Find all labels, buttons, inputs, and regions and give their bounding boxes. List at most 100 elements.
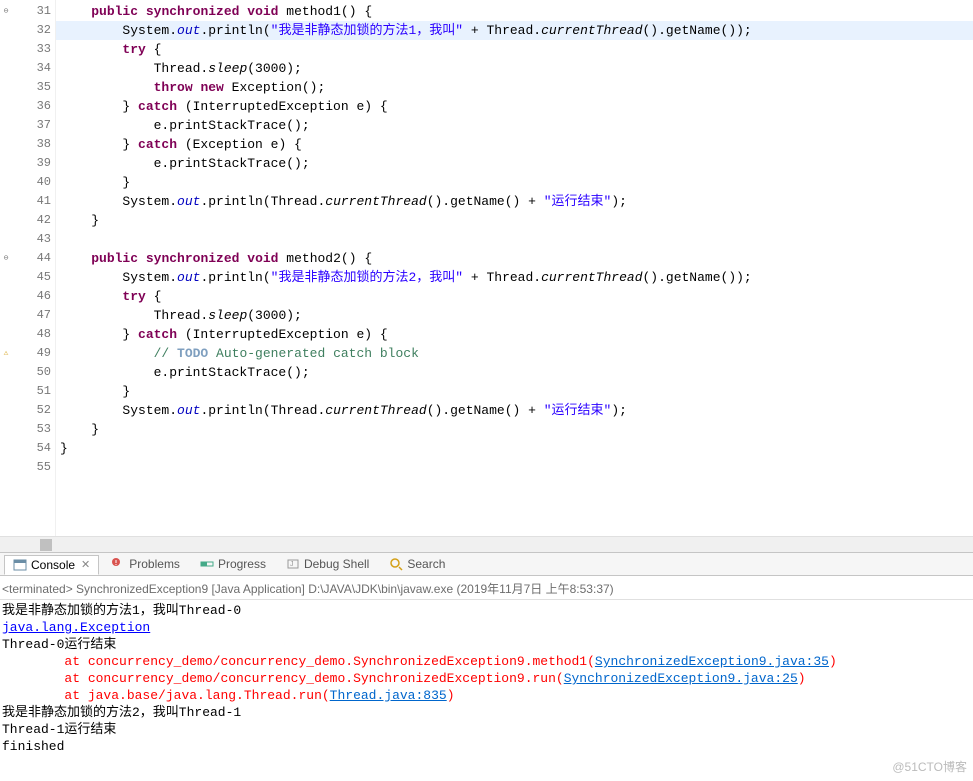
- marker-empty: [0, 59, 12, 78]
- marker-empty: [0, 287, 12, 306]
- code-line[interactable]: public synchronized void method2() {: [56, 249, 973, 268]
- tab-debugshell-label: Debug Shell: [304, 557, 369, 571]
- marker-empty: [0, 40, 12, 59]
- code-line[interactable]: e.printStackTrace();: [56, 154, 973, 173]
- code-line[interactable]: } catch (InterruptedException e) {: [56, 97, 973, 116]
- console-icon: [13, 558, 27, 572]
- code-line[interactable]: } catch (InterruptedException e) {: [56, 325, 973, 344]
- tab-problems[interactable]: Problems: [103, 555, 188, 573]
- line-number: 52: [12, 401, 51, 420]
- line-number: 45: [12, 268, 51, 287]
- marker-column: ⊖ ⊖ ⚠: [0, 0, 12, 536]
- code-line[interactable]: }: [56, 211, 973, 230]
- console-line: java.lang.Exception: [2, 619, 971, 636]
- code-line[interactable]: } catch (Exception e) {: [56, 135, 973, 154]
- console-output[interactable]: 我是非静态加锁的方法1，我叫Thread-0java.lang.Exceptio…: [0, 600, 973, 757]
- code-line[interactable]: e.printStackTrace();: [56, 363, 973, 382]
- code-line[interactable]: }: [56, 173, 973, 192]
- tab-console-label: Console: [31, 558, 75, 572]
- marker-empty: [0, 78, 12, 97]
- code-line[interactable]: System.out.println("我是非静态加锁的方法2，我叫" + Th…: [56, 268, 973, 287]
- scrollbar-thumb[interactable]: [40, 539, 52, 551]
- line-number: 49: [12, 344, 51, 363]
- stacktrace-link[interactable]: java.lang.Exception: [2, 620, 150, 635]
- code-line[interactable]: Thread.sleep(3000);: [56, 59, 973, 78]
- line-number: 35: [12, 78, 51, 97]
- line-number: 33: [12, 40, 51, 59]
- code-line[interactable]: }: [56, 439, 973, 458]
- marker-empty: [0, 382, 12, 401]
- code-area[interactable]: public synchronized void method1() { Sys…: [56, 0, 973, 536]
- tab-progress[interactable]: Progress: [192, 555, 274, 573]
- marker-empty: [0, 211, 12, 230]
- code-line[interactable]: System.out.println(Thread.currentThread(…: [56, 192, 973, 211]
- tab-search-label: Search: [407, 557, 445, 571]
- quickfix-icon[interactable]: ⚠: [0, 344, 12, 363]
- code-line[interactable]: public synchronized void method1() {: [56, 2, 973, 21]
- code-line[interactable]: throw new Exception();: [56, 78, 973, 97]
- code-line[interactable]: [56, 230, 973, 249]
- horizontal-scrollbar[interactable]: [0, 536, 973, 552]
- marker-empty: [0, 97, 12, 116]
- code-line[interactable]: Thread.sleep(3000);: [56, 306, 973, 325]
- tab-console[interactable]: Console ✕: [4, 555, 99, 575]
- marker-empty: [0, 173, 12, 192]
- line-number: 55: [12, 458, 51, 477]
- marker-empty: [0, 154, 12, 173]
- line-number: 46: [12, 287, 51, 306]
- line-number: 32: [12, 21, 51, 40]
- marker-empty: [0, 21, 12, 40]
- marker-empty: [0, 306, 12, 325]
- code-line[interactable]: [56, 458, 973, 477]
- code-line[interactable]: System.out.println(Thread.currentThread(…: [56, 401, 973, 420]
- line-number: 36: [12, 97, 51, 116]
- fold-toggle-icon[interactable]: ⊖: [0, 249, 12, 268]
- console-line: 我是非静态加锁的方法2，我叫Thread-1: [2, 704, 971, 721]
- line-number: 39: [12, 154, 51, 173]
- line-number: 42: [12, 211, 51, 230]
- line-number: 43: [12, 230, 51, 249]
- marker-empty: [0, 420, 12, 439]
- line-number: 41: [12, 192, 51, 211]
- code-line[interactable]: // TODO Auto-generated catch block: [56, 344, 973, 363]
- line-number: 50: [12, 363, 51, 382]
- line-number: 48: [12, 325, 51, 344]
- fold-toggle-icon[interactable]: ⊖: [0, 2, 12, 21]
- marker-empty: [0, 116, 12, 135]
- line-number: 40: [12, 173, 51, 192]
- line-number: 53: [12, 420, 51, 439]
- svg-text:J: J: [290, 561, 294, 568]
- search-icon: [389, 557, 403, 571]
- code-line[interactable]: }: [56, 382, 973, 401]
- code-line[interactable]: try {: [56, 40, 973, 59]
- line-number: 44: [12, 249, 51, 268]
- line-number: 34: [12, 59, 51, 78]
- stacktrace-link[interactable]: SynchronizedException9.java:35: [595, 654, 829, 669]
- close-icon[interactable]: ✕: [81, 558, 90, 571]
- marker-empty: [0, 192, 12, 211]
- bottom-tabs-bar: Console ✕ Problems Progress J Debug Shel…: [0, 552, 973, 576]
- code-line[interactable]: e.printStackTrace();: [56, 116, 973, 135]
- stacktrace-link[interactable]: Thread.java:835: [330, 688, 447, 703]
- marker-empty: [0, 325, 12, 344]
- console-line: Thread-1运行结束: [2, 721, 971, 738]
- code-line[interactable]: try {: [56, 287, 973, 306]
- stacktrace-link[interactable]: SynchronizedException9.java:25: [564, 671, 798, 686]
- marker-empty: [0, 439, 12, 458]
- console-line: at concurrency_demo/concurrency_demo.Syn…: [2, 653, 971, 670]
- console-header: <terminated> SynchronizedException9 [Jav…: [0, 576, 973, 600]
- tab-search[interactable]: Search: [381, 555, 453, 573]
- code-line[interactable]: System.out.println("我是非静态加锁的方法1，我叫" + Th…: [56, 21, 973, 40]
- line-number: 54: [12, 439, 51, 458]
- code-line[interactable]: }: [56, 420, 973, 439]
- marker-empty: [0, 363, 12, 382]
- line-number-gutter: 3132333435363738394041424344454647484950…: [12, 0, 56, 536]
- console-line: 我是非静态加锁的方法1，我叫Thread-0: [2, 602, 971, 619]
- marker-empty: [0, 135, 12, 154]
- line-number: 31: [12, 2, 51, 21]
- line-number: 37: [12, 116, 51, 135]
- line-number: 51: [12, 382, 51, 401]
- tab-debugshell[interactable]: J Debug Shell: [278, 555, 377, 573]
- marker-empty: [0, 230, 12, 249]
- marker-empty: [0, 401, 12, 420]
